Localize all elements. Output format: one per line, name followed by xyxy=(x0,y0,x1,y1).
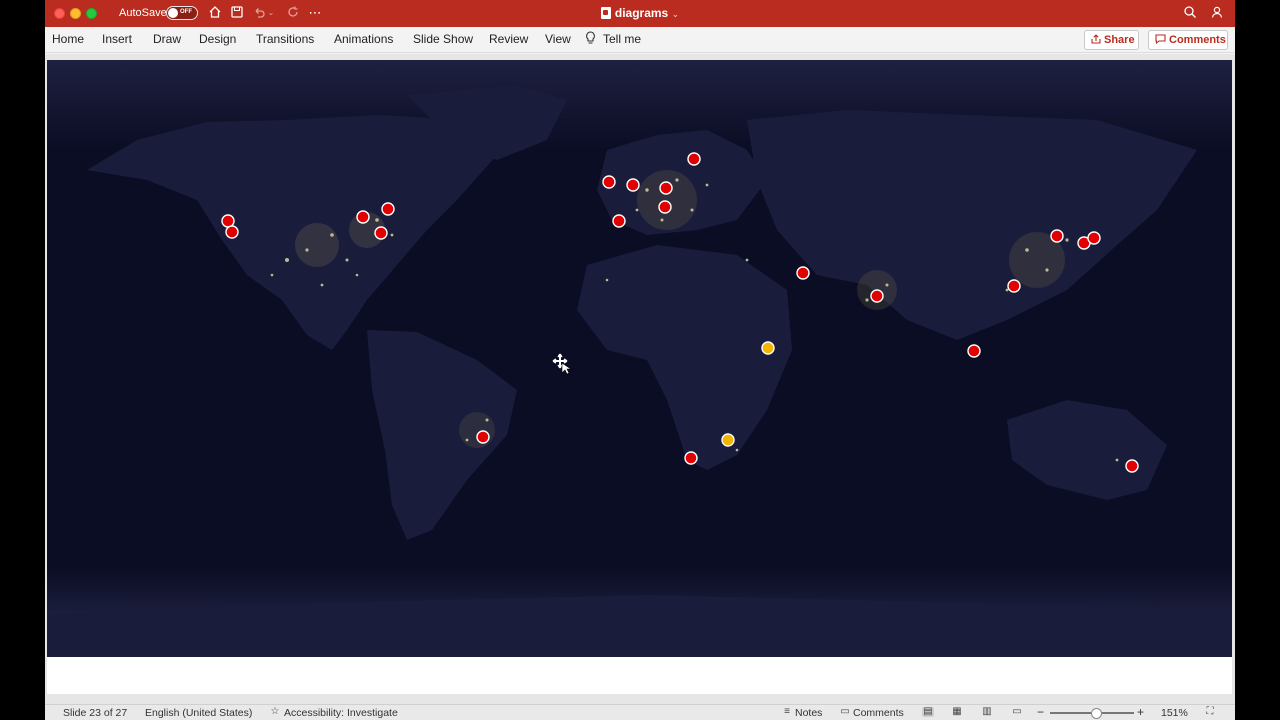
title-bar: AutoSave OFF ⌄ ⋯ diagrams ⌄ xyxy=(45,0,1235,27)
map-marker[interactable] xyxy=(626,178,640,192)
share-label: Share xyxy=(1104,34,1135,46)
map-marker[interactable] xyxy=(374,226,388,240)
slideshow-icon[interactable]: ▭ xyxy=(1011,707,1023,717)
account-icon[interactable] xyxy=(1209,5,1225,21)
document-title[interactable]: diagrams ⌄ xyxy=(45,6,1235,20)
map-marker[interactable] xyxy=(356,210,370,224)
lightbulb-icon xyxy=(585,31,596,48)
tab-insert[interactable]: Insert xyxy=(102,32,132,46)
notes-area[interactable] xyxy=(47,657,1232,694)
zoom-level[interactable]: 151% xyxy=(1161,707,1188,719)
map-marker[interactable] xyxy=(1125,459,1139,473)
tell-me-search[interactable]: Tell me xyxy=(603,32,641,46)
accessibility-icon: ☆ xyxy=(270,706,280,717)
share-button[interactable]: Share xyxy=(1084,30,1139,50)
accessibility-status[interactable]: Accessibility: Investigate xyxy=(284,707,398,719)
comments-label: Comments xyxy=(1169,34,1226,46)
tab-view[interactable]: View xyxy=(545,32,571,46)
map-marker[interactable] xyxy=(225,225,239,239)
tab-transitions[interactable]: Transitions xyxy=(256,32,314,46)
document-icon xyxy=(600,7,611,19)
tab-animations[interactable]: Animations xyxy=(334,32,393,46)
slide-canvas[interactable] xyxy=(47,60,1232,657)
comments-button[interactable]: Comments xyxy=(1148,30,1228,50)
map-marker[interactable] xyxy=(684,451,698,465)
zoom-out-button[interactable]: − xyxy=(1037,705,1044,719)
comments-pane-button[interactable]: Comments xyxy=(853,707,904,719)
normal-view-icon[interactable]: ▤ xyxy=(922,707,934,717)
ribbon-tabs: Home Insert Draw Design Transitions Anim… xyxy=(45,27,1235,53)
tab-draw[interactable]: Draw xyxy=(153,32,181,46)
fit-to-window-icon[interactable]: ⛶ xyxy=(1204,707,1216,717)
map-marker[interactable] xyxy=(1007,279,1021,293)
map-marker[interactable] xyxy=(870,289,884,303)
world-night-map xyxy=(47,60,1232,657)
chevron-down-icon: ⌄ xyxy=(671,9,680,19)
notes-button[interactable]: Notes xyxy=(795,707,822,719)
map-marker[interactable] xyxy=(659,181,673,195)
map-marker[interactable] xyxy=(761,341,775,355)
map-marker[interactable] xyxy=(967,344,981,358)
zoom-slider-handle[interactable] xyxy=(1091,708,1102,719)
map-marker[interactable] xyxy=(687,152,701,166)
comment-icon: ▭ xyxy=(840,706,850,717)
map-marker[interactable] xyxy=(381,202,395,216)
slide-counter: Slide 23 of 27 xyxy=(63,707,128,719)
notes-icon: ≡ xyxy=(784,706,790,717)
document-name: diagrams xyxy=(614,6,669,20)
map-marker[interactable] xyxy=(602,175,616,189)
tab-home[interactable]: Home xyxy=(52,32,84,46)
map-marker[interactable] xyxy=(1087,231,1101,245)
zoom-in-button[interactable]: + xyxy=(1137,705,1144,719)
search-icon[interactable] xyxy=(1182,5,1198,21)
map-marker[interactable] xyxy=(721,433,735,447)
tab-design[interactable]: Design xyxy=(199,32,236,46)
map-marker[interactable] xyxy=(658,200,672,214)
map-marker[interactable] xyxy=(612,214,626,228)
map-marker[interactable] xyxy=(1050,229,1064,243)
comment-icon xyxy=(1155,34,1166,45)
share-icon xyxy=(1091,34,1101,44)
slide-editing-area xyxy=(45,54,1235,704)
powerpoint-window: AutoSave OFF ⌄ ⋯ diagrams ⌄ Home Insert … xyxy=(45,0,1235,720)
map-marker[interactable] xyxy=(476,430,490,444)
slide-sorter-icon[interactable]: ▦ xyxy=(951,707,963,717)
tab-slide-show[interactable]: Slide Show xyxy=(413,32,473,46)
tab-review[interactable]: Review xyxy=(489,32,528,46)
map-marker[interactable] xyxy=(221,214,235,228)
status-bar: Slide 23 of 27 English (United States) ☆… xyxy=(45,704,1235,720)
reading-view-icon[interactable]: ▥ xyxy=(981,707,993,717)
map-marker[interactable] xyxy=(796,266,810,280)
language-indicator[interactable]: English (United States) xyxy=(145,707,252,719)
